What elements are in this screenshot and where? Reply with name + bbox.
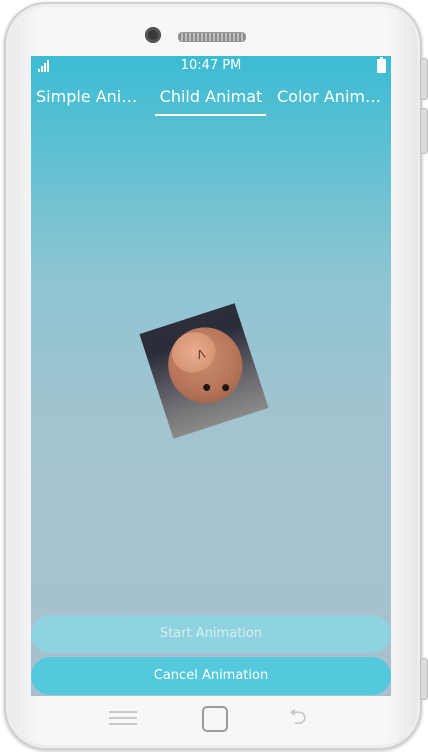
home-icon[interactable] <box>202 706 228 732</box>
doll-head: < <box>158 317 253 413</box>
start-animation-button[interactable]: Start Animation <box>31 615 391 653</box>
cancel-animation-button[interactable]: Cancel Animation <box>31 657 391 695</box>
power-button <box>420 108 428 154</box>
front-camera <box>145 27 161 43</box>
volume-button <box>420 58 428 100</box>
tab-color-animation[interactable]: Color Animation <box>277 87 389 113</box>
tab-child-animation[interactable]: Child Animat <box>155 87 267 113</box>
battery-icon <box>377 57 386 73</box>
doll-eye <box>221 383 231 393</box>
status-bar: 10:47 PM <box>31 56 391 78</box>
doll-eye <box>202 383 212 392</box>
tab-simple-animation[interactable]: Simple Animation <box>36 87 148 113</box>
screen: 10:47 PM Simple Animation Child Animat C… <box>31 56 391 696</box>
tab-bar: Simple Animation Child Animat Color Anim… <box>31 82 391 118</box>
active-tab-indicator <box>155 114 266 116</box>
side-button <box>420 658 428 700</box>
earpiece-speaker <box>178 32 246 42</box>
menu-icon[interactable] <box>109 711 137 727</box>
status-time: 10:47 PM <box>180 58 242 73</box>
back-icon[interactable]: ⮌ <box>289 707 321 729</box>
animated-image: < <box>139 303 269 439</box>
